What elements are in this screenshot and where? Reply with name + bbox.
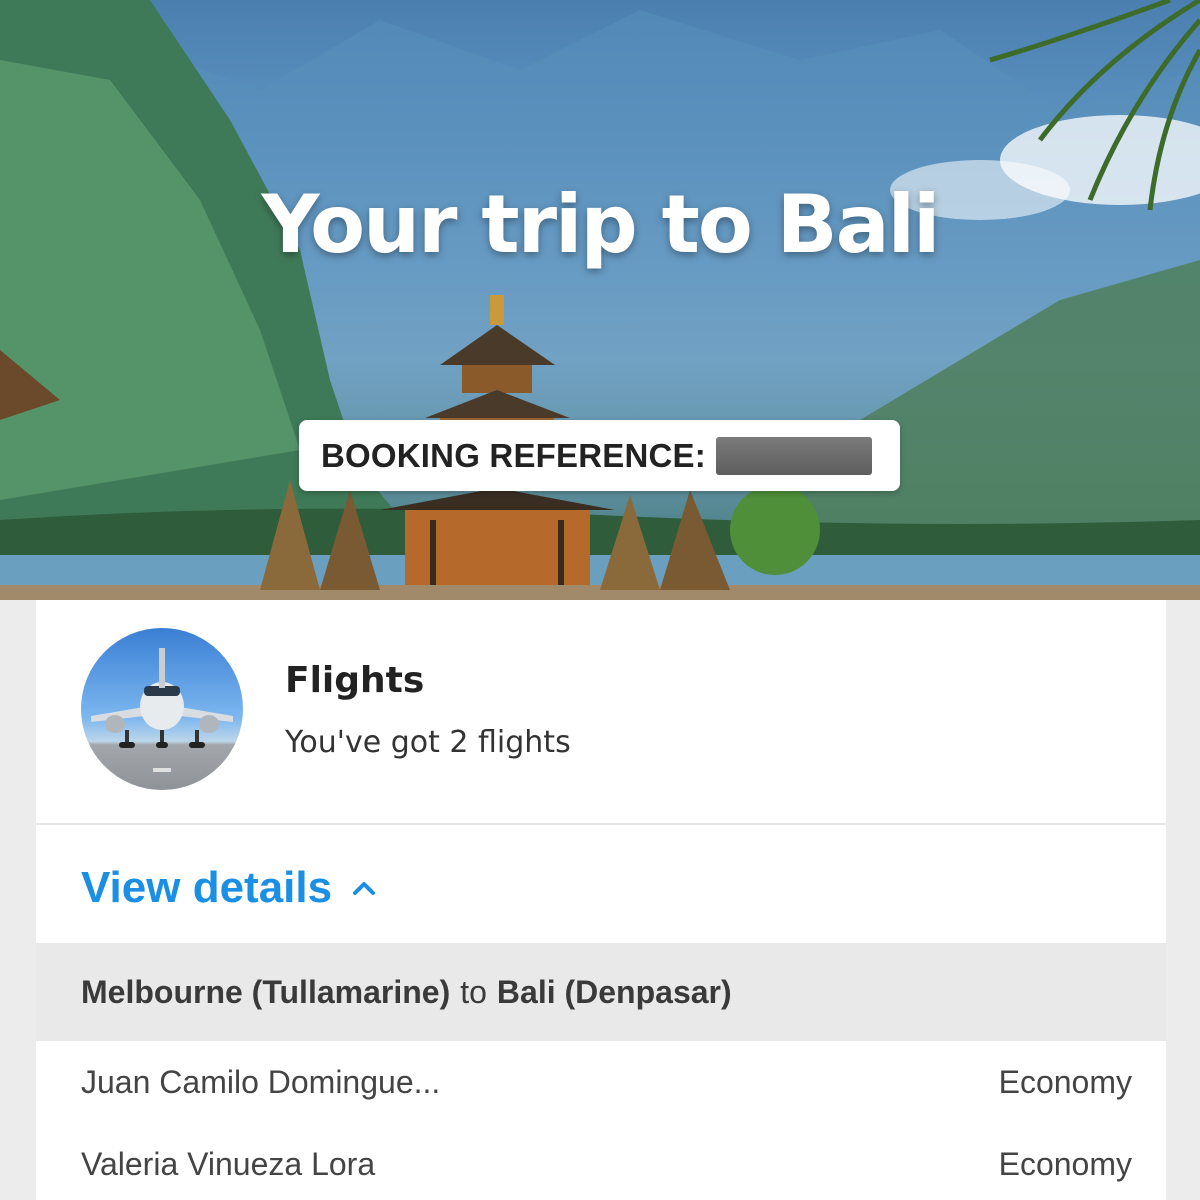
route-origin: Melbourne (Tullamarine) xyxy=(81,973,451,1010)
flights-title: Flights xyxy=(285,660,425,701)
passenger-class: Economy xyxy=(998,1063,1132,1100)
airplane-icon xyxy=(81,628,243,790)
chevron-up-icon xyxy=(353,882,376,895)
hero-banner: Your trip to Bali BOOKING REFERENCE: xyxy=(0,0,1200,600)
view-details-label: View details xyxy=(81,863,333,912)
bali-landscape-image xyxy=(0,0,1200,600)
route-destination: Bali (Denpasar) xyxy=(496,973,732,1010)
passenger-class: Economy xyxy=(998,1145,1132,1182)
flights-count-text: You've got 2 flights xyxy=(285,725,571,760)
passenger-name: Juan Camilo Domingue... xyxy=(81,1063,441,1100)
passenger-row: Valeria Vinueza Lora Economy xyxy=(36,1123,1166,1200)
booking-reference-label: BOOKING REFERENCE: xyxy=(321,436,706,474)
view-details-toggle[interactable]: View details xyxy=(81,863,378,913)
passenger-name: Valeria Vinueza Lora xyxy=(81,1145,376,1182)
route-connector: to xyxy=(460,973,487,1010)
flights-header: Flights You've got 2 flights xyxy=(36,600,1166,825)
booking-reference-redacted xyxy=(715,436,872,475)
booking-reference-badge: BOOKING REFERENCE: xyxy=(299,420,900,491)
flights-card: Flights You've got 2 flights View detail… xyxy=(36,600,1166,1200)
passenger-row: Juan Camilo Domingue... Economy xyxy=(36,1041,1166,1123)
trip-title: Your trip to Bali xyxy=(261,178,941,271)
flight-route: Melbourne (Tullamarine) to Bali (Denpasa… xyxy=(36,943,1166,1041)
view-details-row: View details xyxy=(36,825,1166,943)
